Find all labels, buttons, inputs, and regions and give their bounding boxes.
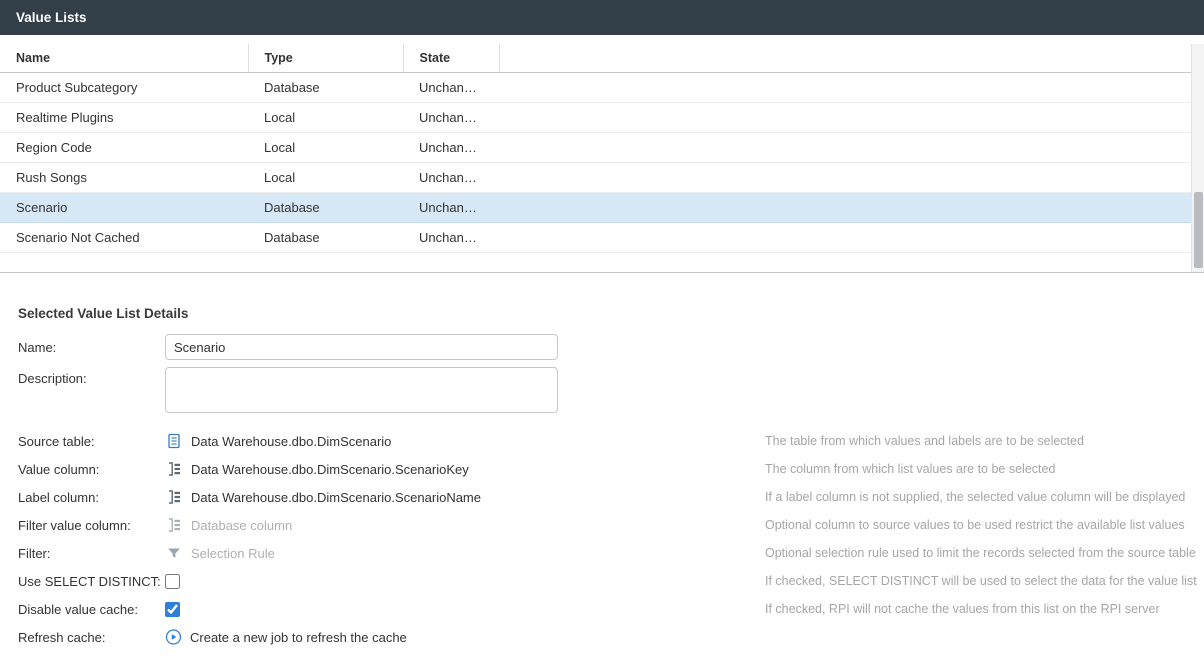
cell-type: Database	[248, 73, 403, 103]
filter-picker[interactable]: Selection Rule	[165, 545, 765, 562]
cell-name: Scenario	[0, 193, 248, 223]
filter-icon	[165, 545, 182, 562]
select-distinct-hint: If checked, SELECT DISTINCT will be used…	[765, 574, 1204, 588]
disable-cache-hint: If checked, RPI will not cache the value…	[765, 602, 1204, 616]
play-icon	[165, 629, 182, 646]
name-input[interactable]	[165, 334, 558, 360]
filter-hint: Optional selection rule used to limit th…	[765, 546, 1204, 560]
cell-type: Database	[248, 193, 403, 223]
source-table-picker[interactable]: Data Warehouse.dbo.DimScenario	[165, 433, 765, 450]
cell-name: Rush Songs	[0, 163, 248, 193]
label-column-hint: If a label column is not supplied, the s…	[765, 490, 1204, 504]
source-table-hint: The table from which values and labels a…	[765, 434, 1204, 448]
label-column-picker[interactable]: Data Warehouse.dbo.DimScenario.ScenarioN…	[165, 489, 765, 506]
value-column-label: Value column:	[18, 462, 165, 477]
cell-name: Region Code	[0, 133, 248, 163]
filter-value-column-picker[interactable]: Database column	[165, 517, 765, 534]
selected-value-list-details: Selected Value List Details Name: Descri…	[0, 306, 1204, 651]
table-row[interactable]: Product Subcategory Database Unchanged	[0, 73, 1191, 103]
value-column-hint: The column from which list values are to…	[765, 462, 1204, 476]
description-input[interactable]	[165, 367, 558, 413]
filter-value-column-hint: Optional column to source values to be u…	[765, 518, 1204, 532]
refresh-cache-action-text: Create a new job to refresh the cache	[190, 630, 407, 645]
cell-state: Unchanged	[403, 73, 499, 103]
filter-placeholder: Selection Rule	[191, 546, 275, 561]
cell-state: Unchanged	[403, 133, 499, 163]
cell-name: Realtime Plugins	[0, 103, 248, 133]
column-header-empty	[499, 44, 1191, 73]
column-header-type[interactable]: Type	[248, 44, 403, 73]
cell-type: Local	[248, 133, 403, 163]
table-row[interactable]: Region Code Local Unchanged	[0, 133, 1191, 163]
source-table-value: Data Warehouse.dbo.DimScenario	[191, 434, 391, 449]
disable-cache-checkbox[interactable]	[165, 602, 180, 617]
label-column-label: Label column:	[18, 490, 165, 505]
cell-type: Local	[248, 103, 403, 133]
cell-state: Unchanged	[403, 223, 499, 253]
refresh-cache-label: Refresh cache:	[18, 630, 165, 645]
table-row[interactable]: Rush Songs Local Unchanged	[0, 163, 1191, 193]
value-column-value: Data Warehouse.dbo.DimScenario.ScenarioK…	[191, 462, 469, 477]
cell-state: Unchanged	[403, 193, 499, 223]
cell-type: Database	[248, 223, 403, 253]
select-distinct-checkbox[interactable]	[165, 574, 180, 589]
filter-label: Filter:	[18, 546, 165, 561]
value-lists-table: Name Type State Product Subcategory Data…	[0, 44, 1204, 273]
table-document-icon	[165, 433, 182, 450]
details-title: Selected Value List Details	[0, 306, 1204, 333]
disable-cache-label: Disable value cache:	[18, 602, 165, 617]
table-header-row: Name Type State	[0, 44, 1191, 73]
description-label: Description:	[18, 365, 165, 386]
refresh-cache-button[interactable]: Create a new job to refresh the cache	[165, 629, 407, 646]
scrollbar-thumb[interactable]	[1194, 192, 1203, 268]
column-icon-disabled	[165, 517, 182, 534]
cell-state: Unchanged	[403, 103, 499, 133]
cell-type: Local	[248, 163, 403, 193]
filter-value-column-label: Filter value column:	[18, 518, 165, 533]
filter-value-column-placeholder: Database column	[191, 518, 292, 533]
table-row[interactable]: Realtime Plugins Local Unchanged	[0, 103, 1191, 133]
table-row[interactable]: Scenario Not Cached Database Unchanged	[0, 223, 1191, 253]
vertical-scrollbar[interactable]	[1191, 44, 1204, 272]
column-icon	[165, 489, 182, 506]
column-header-state[interactable]: State	[403, 44, 499, 73]
table-row-selected[interactable]: Scenario Database Unchanged	[0, 193, 1191, 223]
source-table-label: Source table:	[18, 434, 165, 449]
value-column-picker[interactable]: Data Warehouse.dbo.DimScenario.ScenarioK…	[165, 461, 765, 478]
cell-name: Scenario Not Cached	[0, 223, 248, 253]
page-title: Value Lists	[0, 0, 1204, 35]
column-icon	[165, 461, 182, 478]
select-distinct-label: Use SELECT DISTINCT:	[18, 574, 165, 589]
cell-name: Product Subcategory	[0, 73, 248, 103]
column-header-name[interactable]: Name	[0, 44, 248, 73]
cell-state: Unchanged	[403, 163, 499, 193]
label-column-value: Data Warehouse.dbo.DimScenario.ScenarioN…	[191, 490, 481, 505]
name-label: Name:	[18, 340, 165, 355]
